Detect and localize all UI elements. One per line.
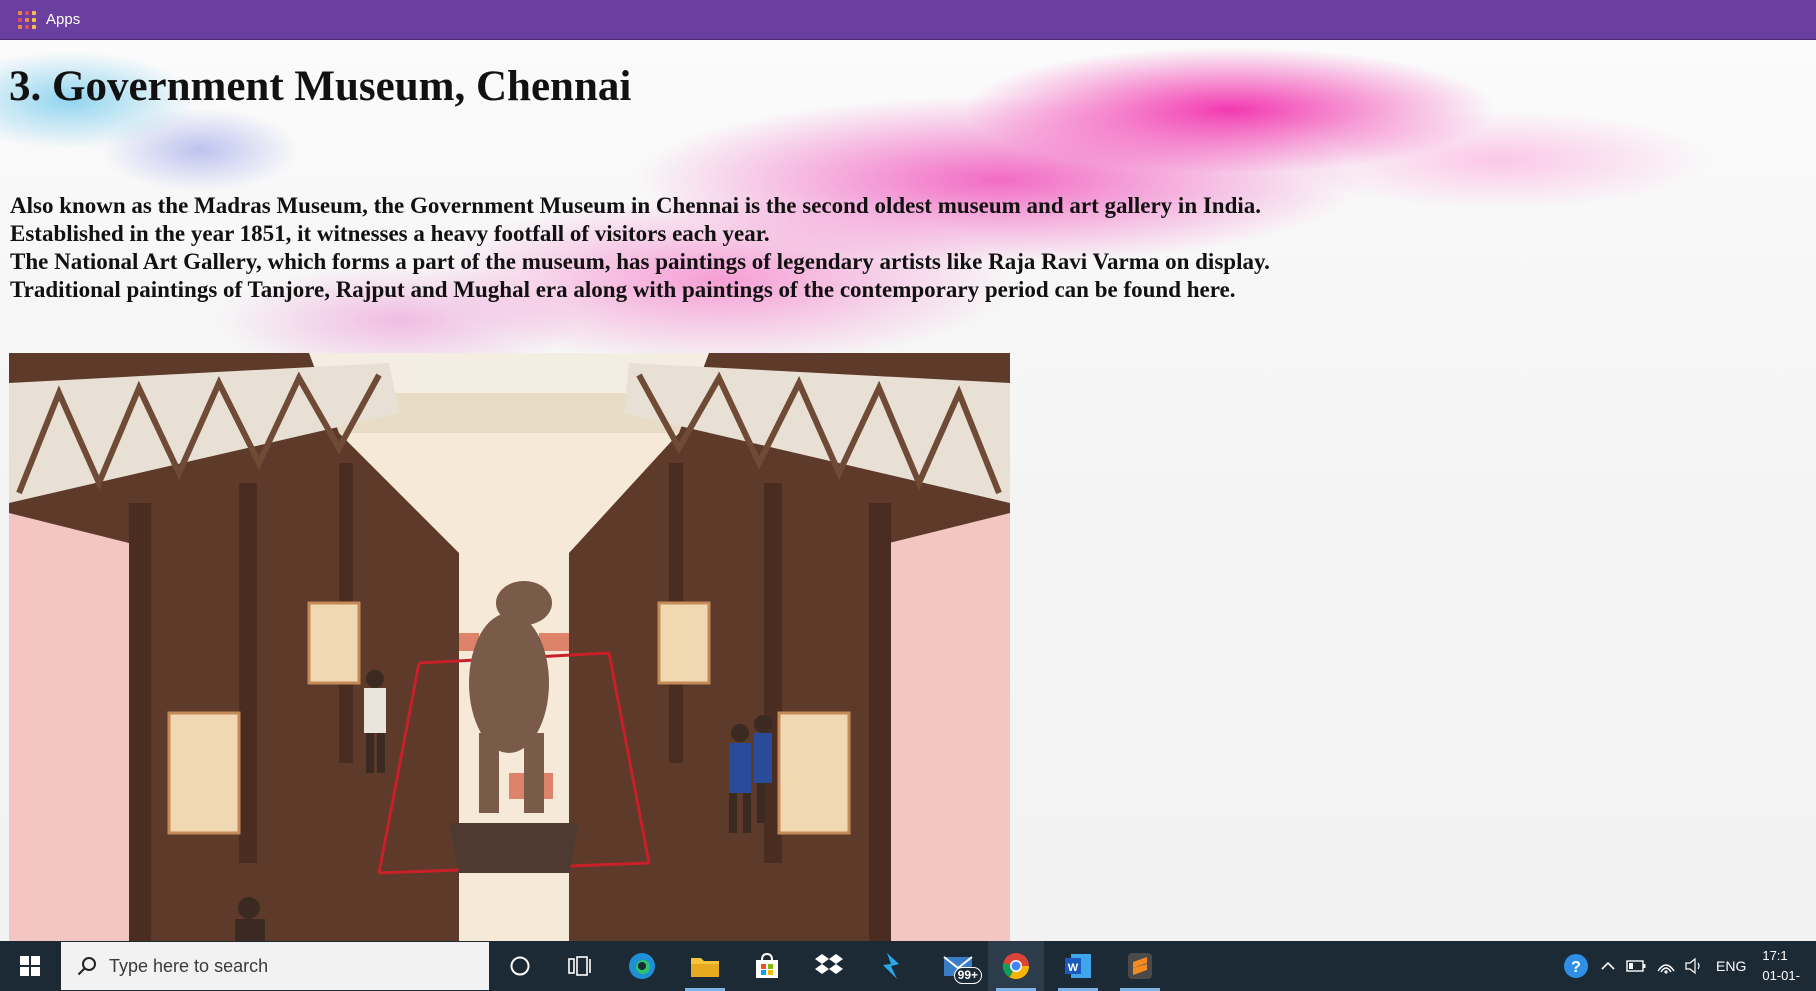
edge-icon [629, 953, 655, 979]
language-indicator[interactable]: ENG [1716, 958, 1746, 974]
task-view-icon [568, 956, 591, 976]
battery-icon[interactable] [1626, 959, 1646, 973]
app-lightning-button[interactable] [863, 941, 919, 991]
dropbox-icon [815, 954, 843, 974]
task-view-button[interactable] [552, 941, 608, 991]
chrome-icon [1002, 953, 1030, 980]
apps-grid-icon [18, 10, 36, 29]
taskbar-search[interactable]: Type here to search [61, 942, 489, 990]
description-line: Traditional paintings of Tanjore, Rajput… [10, 277, 1236, 302]
clock-date: 01-01- [1762, 968, 1800, 983]
wifi-icon[interactable] [1656, 957, 1676, 975]
clock[interactable]: 17:1 01-01- [1762, 946, 1800, 986]
help-icon[interactable]: ? [1562, 952, 1590, 980]
sublime-button[interactable] [1112, 941, 1168, 991]
museum-interior-photo [9, 353, 1010, 941]
cortana-icon [510, 956, 530, 976]
file-explorer-button[interactable] [677, 941, 733, 991]
cortana-button[interactable] [492, 941, 548, 991]
description-line: Also known as the Madras Museum, the Gov… [10, 193, 1262, 218]
clock-time: 17:1 [1762, 948, 1788, 963]
svg-text:W: W [1068, 962, 1079, 974]
dropbox-button[interactable] [801, 941, 857, 991]
volume-icon[interactable] [1684, 957, 1704, 975]
mail-unread-badge: 99+ [953, 967, 982, 984]
start-button[interactable] [0, 941, 60, 991]
apps-label: Apps [46, 11, 81, 28]
page-content: 3. Government Museum, Chennai Also known… [0, 40, 1816, 941]
sublime-text-icon [1128, 953, 1152, 979]
chevron-up-icon[interactable] [1600, 958, 1616, 974]
chrome-button[interactable] [988, 941, 1044, 991]
word-icon: W [1065, 954, 1091, 978]
word-button[interactable]: W [1050, 941, 1106, 991]
description-line: The National Art Gallery, which forms a … [10, 249, 1270, 274]
system-tray: ? ENG 17:1 01-01- [1562, 941, 1800, 991]
taskbar: Type here to search 99+ W ? ENG 17:1 01-… [0, 941, 1816, 991]
search-placeholder: Type here to search [109, 955, 269, 976]
lightning-app-icon [883, 953, 899, 979]
windows-logo-icon [20, 956, 40, 976]
store-bag-icon [756, 952, 778, 978]
folder-icon [691, 958, 719, 977]
description-line: Established in the year 1851, it witness… [10, 221, 770, 246]
svg-text:?: ? [1571, 959, 1581, 976]
search-icon [77, 957, 96, 976]
page-title: 3. Government Museum, Chennai [9, 63, 632, 110]
bookmarks-bar: Apps [0, 0, 1816, 40]
edge-button[interactable] [614, 941, 670, 991]
store-button[interactable] [739, 941, 795, 991]
museum-description: Also known as the Madras Museum, the Gov… [10, 192, 1270, 304]
apps-shortcut[interactable]: Apps [18, 10, 81, 29]
mail-button[interactable]: 99+ [930, 941, 986, 991]
